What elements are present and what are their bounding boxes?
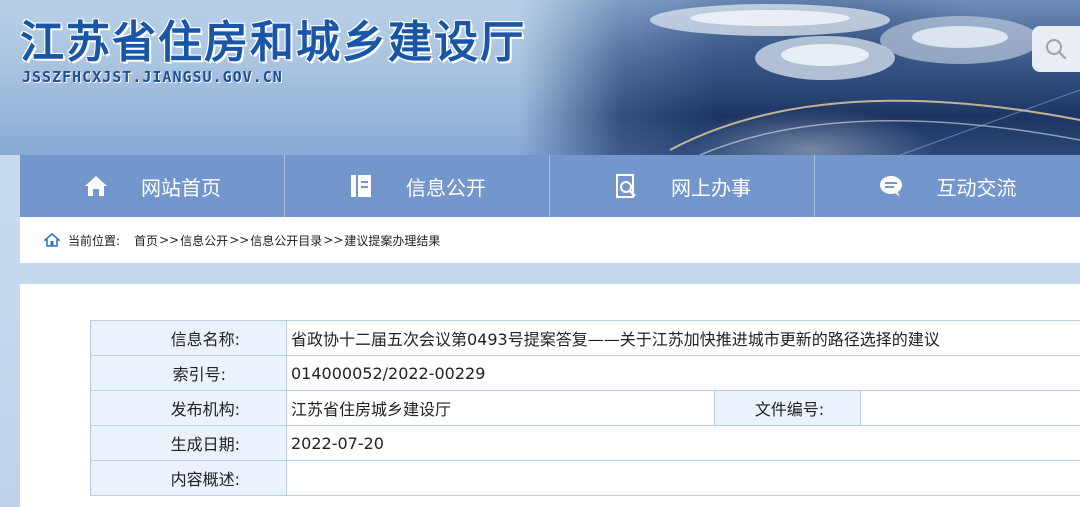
table-row: 生成日期: 2022-07-20	[90, 425, 1080, 461]
table-row: 发布机构: 江苏省住房城乡建设厅 文件编号:	[90, 390, 1080, 426]
chat-bubble-icon	[878, 173, 904, 199]
nav-item-home[interactable]: 网站首页	[20, 155, 285, 217]
summary-value	[286, 460, 1080, 496]
nav-item-label: 互动交流	[936, 175, 1017, 200]
breadcrumb-separator: >>	[159, 233, 180, 247]
content-panel: 信息名称: 省政协十二届五次会议第0493号提案答复——关于江苏加快推进城市更新…	[20, 284, 1080, 507]
document-list-icon	[348, 173, 374, 199]
search-button[interactable]	[1032, 26, 1080, 72]
name-label: 信息名称:	[90, 320, 287, 356]
main-nav: 网站首页 信息公开 网上办事 互动交流	[20, 155, 1080, 217]
home-icon	[83, 173, 109, 199]
metadata-table: 信息名称: 省政协十二届五次会议第0493号提案答复——关于江苏加快推进城市更新…	[90, 320, 1080, 496]
site-domain: JSSZFHCXJST.JIANGSU.GOV.CN	[22, 68, 283, 86]
name-value: 省政协十二届五次会议第0493号提案答复——关于江苏加快推进城市更新的路径选择的…	[286, 320, 1080, 356]
breadcrumb-separator: >>	[229, 233, 250, 247]
site-title: 江苏省住房和城乡建设厅	[20, 17, 526, 68]
table-row: 信息名称: 省政协十二届五次会议第0493号提案答复——关于江苏加快推进城市更新…	[90, 320, 1080, 356]
date-value: 2022-07-20	[286, 425, 1080, 461]
nav-item-interaction[interactable]: 互动交流	[815, 155, 1080, 217]
date-label: 生成日期:	[90, 425, 287, 461]
nav-item-label: 网上办事	[671, 175, 751, 200]
publisher-value: 江苏省住房城乡建设厅	[286, 390, 715, 426]
summary-label: 内容概述:	[90, 460, 287, 496]
breadcrumb-link-home[interactable]: 首页	[134, 232, 158, 249]
nav-item-info[interactable]: 信息公开	[285, 155, 550, 217]
table-row: 内容概述:	[90, 460, 1080, 496]
docno-value	[860, 390, 1080, 426]
search-icon	[1046, 39, 1067, 60]
index-label: 索引号:	[90, 355, 287, 391]
breadcrumb-link-current[interactable]: 建议提案办理结果	[344, 232, 440, 249]
publisher-label: 发布机构:	[90, 390, 287, 426]
nav-item-online-service[interactable]: 网上办事	[550, 155, 815, 217]
breadcrumb: 当前位置: 首页 >> 信息公开 >> 信息公开目录 >> 建议提案办理结果	[20, 217, 1080, 263]
header-banner: 江苏省住房和城乡建设厅 JSSZFHCXJST.JIANGSU.GOV.CN	[0, 0, 1080, 155]
nav-item-label: 信息公开	[406, 175, 486, 200]
breadcrumb-link-catalog[interactable]: 信息公开目录	[250, 232, 322, 249]
table-row: 索引号: 014000052/2022-00229	[90, 355, 1080, 391]
breadcrumb-separator: >>	[323, 233, 344, 247]
search-document-icon	[613, 173, 639, 199]
breadcrumb-label: 当前位置:	[68, 233, 121, 248]
location-home-icon	[44, 233, 60, 247]
nav-item-label: 网站首页	[141, 175, 221, 200]
banner-photo	[520, 0, 1080, 155]
breadcrumb-link-info[interactable]: 信息公开	[180, 232, 228, 249]
index-value: 014000052/2022-00229	[286, 355, 1080, 391]
docno-label: 文件编号:	[714, 390, 861, 426]
